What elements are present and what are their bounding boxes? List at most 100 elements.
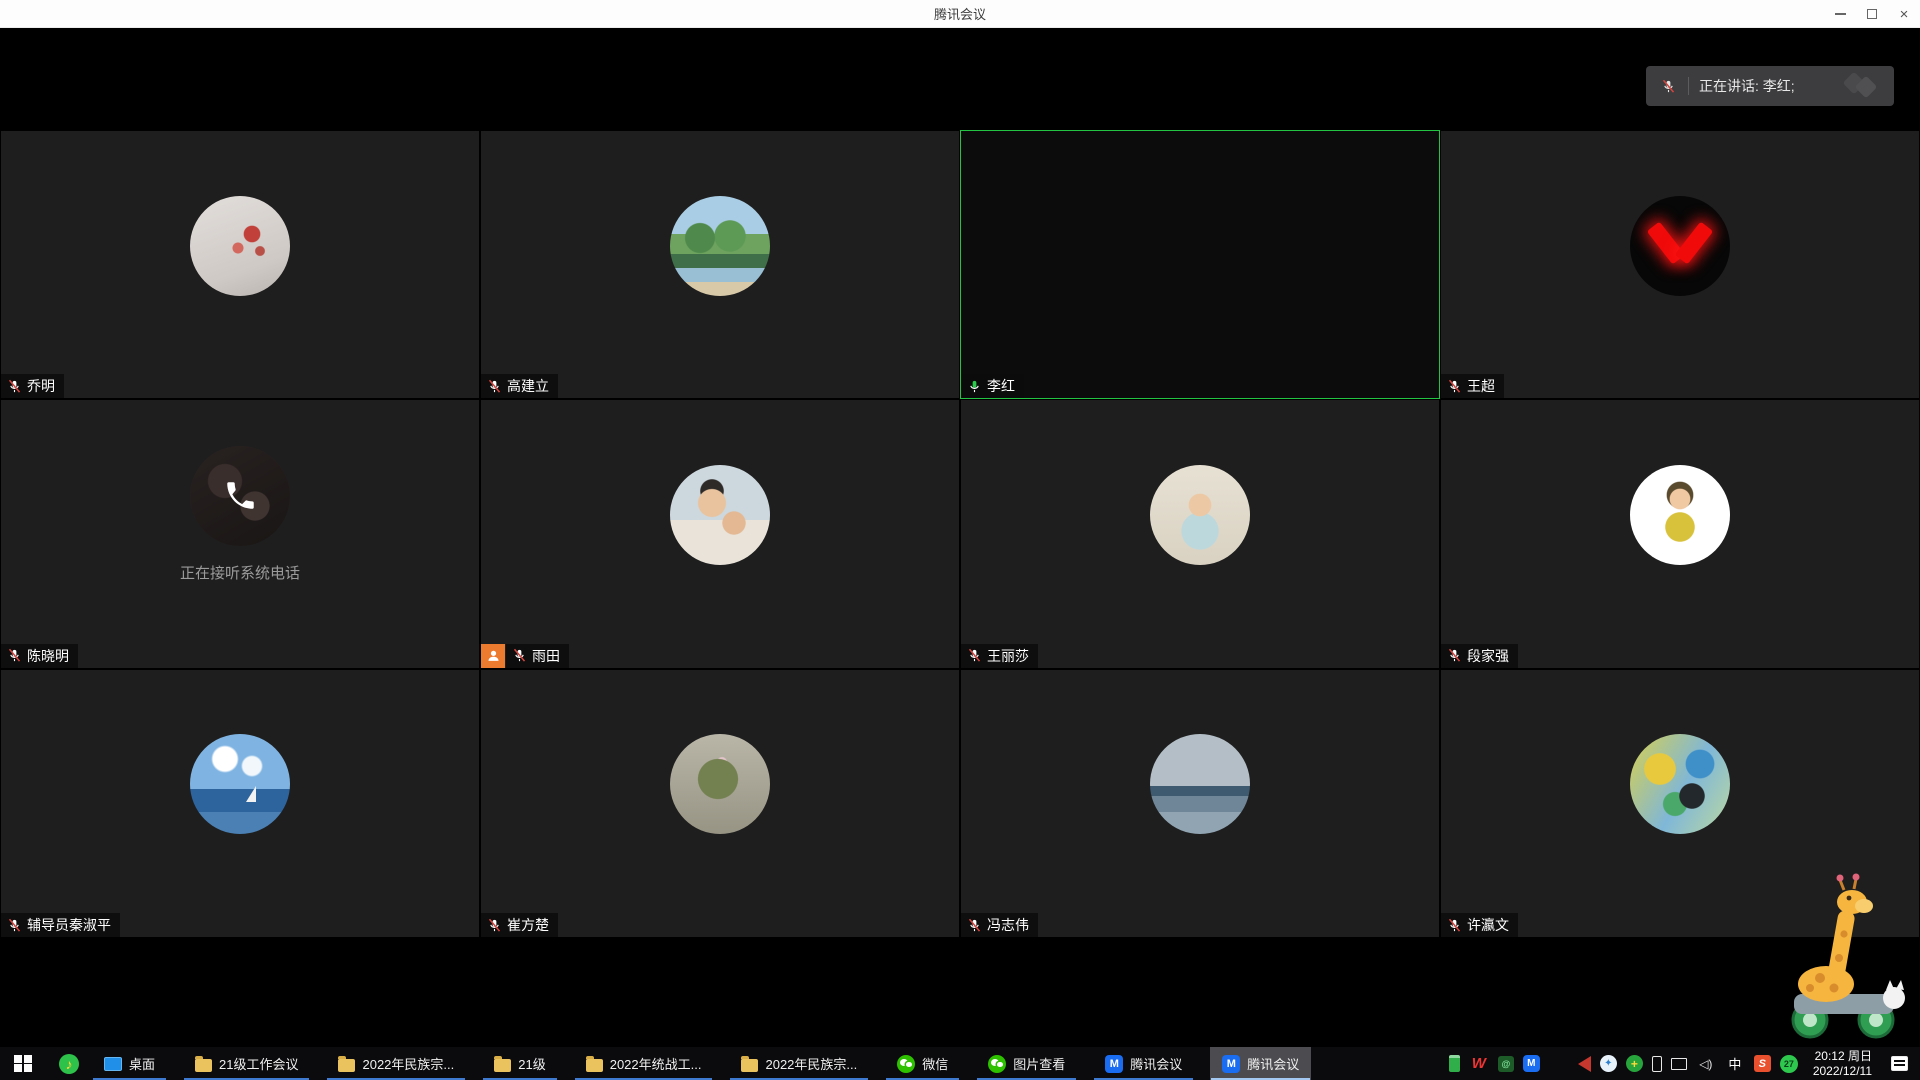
app-blue-tray-icon[interactable]: ✦: [1600, 1055, 1617, 1072]
taskbar-item[interactable]: 图片查看: [976, 1047, 1077, 1080]
volume-tray-icon[interactable]: ◁): [1696, 1054, 1716, 1074]
action-center-button[interactable]: [1891, 1056, 1908, 1071]
participant-name-label: 陈晓明: [1, 644, 78, 668]
participant-avatar: [1150, 734, 1250, 834]
taskbar-clock[interactable]: 20:12 周日 2022/12/11: [1807, 1049, 1878, 1079]
sogou-input-tray-icon[interactable]: S: [1754, 1055, 1771, 1072]
minimize-button[interactable]: [1824, 0, 1856, 28]
participant-avatar: [190, 734, 290, 834]
participant-name-label: 雨田: [506, 644, 569, 668]
muted-mic-icon: [512, 648, 527, 663]
participant-name: 王超: [1467, 376, 1495, 396]
muted-mic-icon: [487, 918, 502, 933]
person-badge-icon: [481, 644, 505, 668]
folder-icon: [586, 1059, 603, 1072]
battery-level-tray-icon[interactable]: 27: [1780, 1055, 1798, 1073]
taskbar-item[interactable]: 21级工作会议: [183, 1047, 310, 1080]
participant-avatar: [670, 465, 770, 565]
taskbar-item[interactable]: 桌面: [92, 1047, 167, 1080]
participant-avatar: [1630, 196, 1730, 296]
taskbar-items: 桌面 21级工作会议 2022年民族宗... 21级 2022年统战工... 2…: [92, 1047, 1327, 1080]
participant-avatar: [670, 196, 770, 296]
participant-tile[interactable]: 王超: [1440, 130, 1920, 399]
usb-drive-tray-icon[interactable]: [1449, 1055, 1460, 1072]
wechat-icon: [897, 1055, 915, 1073]
taskbar-item-label: 图片查看: [1013, 1054, 1065, 1073]
participant-tile[interactable]: 正在接听系统电话 陈晓明: [0, 399, 480, 668]
taskbar-item[interactable]: 微信: [885, 1047, 960, 1080]
taskbar-item[interactable]: 2022年统战工...: [574, 1047, 714, 1080]
wechat-icon: [988, 1055, 1006, 1073]
participant-tile[interactable]: 辅导员秦淑平: [0, 669, 480, 938]
participant-grid: 乔明 高建立: [0, 130, 1920, 938]
taskbar-item[interactable]: M 腾讯会议: [1210, 1047, 1311, 1080]
speaking-mic-icon: [967, 379, 982, 394]
meeting-icon: M: [1222, 1055, 1240, 1073]
muted-mic-icon: [7, 918, 22, 933]
wechat-tray-icon[interactable]: [1549, 1054, 1569, 1074]
participant-name: 李红: [987, 376, 1015, 396]
taskbar-item-label: 腾讯会议: [1247, 1054, 1299, 1073]
folder-icon: [741, 1059, 758, 1072]
participant-tile[interactable]: 段家强: [1440, 399, 1920, 668]
window-controls: ×: [1824, 0, 1920, 28]
participant-name-label: 高建立: [481, 374, 558, 398]
phone-link-tray-icon[interactable]: [1652, 1056, 1662, 1072]
network-display-tray-icon[interactable]: [1671, 1058, 1687, 1070]
ime-chinese-tray-icon[interactable]: 中: [1725, 1054, 1745, 1074]
restore-button[interactable]: [1856, 0, 1888, 28]
muted-mic-icon: [7, 648, 22, 663]
participant-name-label: 王超: [1441, 374, 1504, 398]
participant-tile[interactable]: 冯志伟: [960, 669, 1440, 938]
start-button[interactable]: [0, 1047, 46, 1080]
participant-name-label: 乔明: [1, 374, 64, 398]
banner-muted-mic-icon: [1656, 79, 1680, 94]
meeting-icon: M: [1105, 1055, 1123, 1073]
taskbar-item-label: 21级工作会议: [219, 1054, 298, 1073]
participant-name-label: 辅导员秦淑平: [1, 913, 120, 937]
participant-name-label: 崔方楚: [481, 913, 558, 937]
360-safe-tray-icon[interactable]: +: [1626, 1055, 1643, 1072]
participant-name: 崔方楚: [507, 915, 549, 935]
participant-tile[interactable]: 高建立: [480, 130, 960, 399]
tencent-meeting-tray-icon[interactable]: M: [1523, 1055, 1540, 1072]
taskbar-item[interactable]: 21级: [482, 1047, 557, 1080]
taskbar-item[interactable]: M 腾讯会议: [1093, 1047, 1194, 1080]
folder-icon: [494, 1059, 511, 1072]
desktop-icon: [104, 1057, 122, 1071]
participant-tile[interactable]: 崔方楚: [480, 669, 960, 938]
taskbar-item-label: 21级: [518, 1054, 545, 1073]
phone-call-icon: [190, 446, 290, 546]
wps-office-tray-icon[interactable]: W: [1469, 1054, 1489, 1074]
clock-time: 20:12 周日: [1813, 1049, 1872, 1064]
participant-name-label: 王丽莎: [961, 644, 1038, 668]
active-speaker-banner[interactable]: 正在讲话: 李红;: [1646, 66, 1894, 106]
app-green-tray-icon[interactable]: @: [1498, 1056, 1514, 1072]
window-title: 腾讯会议: [934, 4, 986, 23]
muted-mic-icon: [967, 648, 982, 663]
giraffe-sticker: [1776, 862, 1916, 1042]
taskbar-item[interactable]: 2022年民族宗...: [326, 1047, 466, 1080]
clock-date: 2022/12/11: [1813, 1064, 1872, 1079]
participant-tile[interactable]: 乔明: [0, 130, 480, 399]
participant-tile[interactable]: 雨田: [480, 399, 960, 668]
tray-icons: W @ M ✦ + ◁) 中S 27: [1449, 1054, 1798, 1074]
taskbar-item-label: 腾讯会议: [1130, 1054, 1182, 1073]
muted-mic-icon: [1447, 379, 1462, 394]
participant-name: 王丽莎: [987, 646, 1029, 666]
taskbar-tray: W @ M ✦ + ◁) 中S 27 20:12 周日 2022/12/11: [1449, 1047, 1920, 1080]
close-button[interactable]: ×: [1888, 0, 1920, 28]
taskbar-item-label: 桌面: [129, 1054, 155, 1073]
participant-tile[interactable]: 李红: [960, 130, 1440, 399]
participant-name: 陈晓明: [27, 646, 69, 666]
participant-name: 段家强: [1467, 646, 1509, 666]
taskbar-item-label: 微信: [922, 1054, 948, 1073]
participant-name: 乔明: [27, 376, 55, 396]
alert-red-tray-icon[interactable]: [1578, 1056, 1591, 1072]
qq-music-button[interactable]: ♪: [46, 1047, 92, 1080]
participant-tile[interactable]: 王丽莎: [960, 399, 1440, 668]
folder-icon: [195, 1059, 212, 1072]
folder-icon: [338, 1059, 355, 1072]
participant-name-label: 许瀛文: [1441, 913, 1518, 937]
taskbar-item[interactable]: 2022年民族宗...: [729, 1047, 869, 1080]
